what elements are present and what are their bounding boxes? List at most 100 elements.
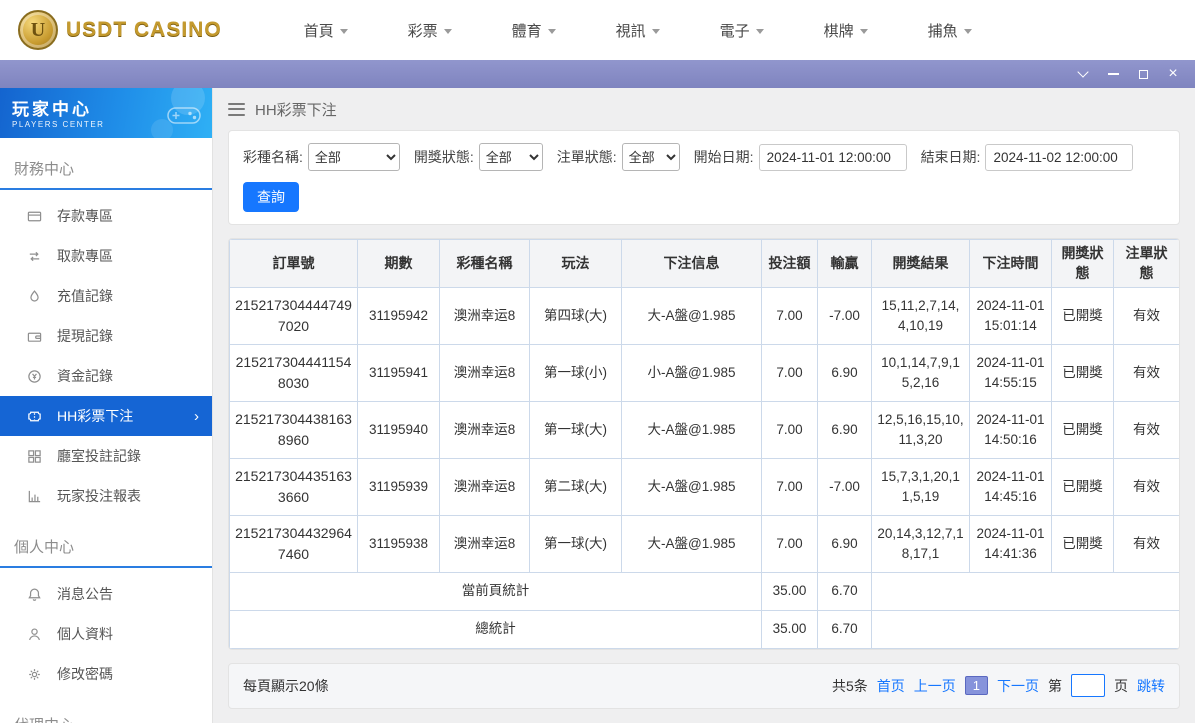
cell-order-status: 有效: [1113, 343, 1179, 402]
sidebar-item-player-bet-report[interactable]: 玩家投注報表: [0, 476, 212, 516]
ticket-icon: [28, 411, 41, 421]
sidebar-item-label: 取款專區: [57, 248, 113, 264]
cell-draw-status: 已開獎: [1051, 514, 1114, 573]
cell-bet-info: 大-A盤@1.985: [621, 514, 762, 573]
cell-amount: 7.00: [761, 343, 818, 402]
main-content: HH彩票下注 彩種名稱: 全部 開獎狀態: 全部 注單狀態: 全部 開始日期: …: [213, 88, 1195, 723]
usdt-coin-icon: U: [18, 10, 58, 50]
cell-time: 2024-11-01 14:50:16: [969, 400, 1052, 459]
cell-lottery: 澳洲幸运8: [439, 286, 530, 345]
chevron-down-icon: [755, 28, 764, 34]
page-jump-input[interactable]: [1071, 674, 1105, 698]
sidebar-item-hh-lottery-bets[interactable]: HH彩票下注 ›: [0, 396, 212, 436]
nav-item-sports[interactable]: 體育: [482, 20, 586, 41]
cell-bet-info: 大-A盤@1.985: [621, 400, 762, 459]
page-summary-label: 當前頁統計: [229, 571, 762, 611]
filter-order-status: 注單狀態: 全部: [557, 143, 680, 171]
lottery-name-select[interactable]: 全部: [307, 143, 400, 171]
hamburger-menu-icon[interactable]: [228, 102, 245, 116]
window-collapse-button[interactable]: [1071, 62, 1095, 86]
sidebar: 玩家中心 PLAYERS CENTER 財務中心 存款專區 取款專區 充值記錄 …: [0, 88, 213, 723]
nav-item-lottery[interactable]: 彩票: [378, 20, 482, 41]
cell-play: 第四球(大): [529, 286, 622, 345]
chevron-down-icon: [547, 28, 556, 34]
page-size-label: 每頁顯示20條: [243, 677, 329, 694]
cell-result: 12,5,16,15,10,11,3,20: [871, 400, 970, 459]
sidebar-item-label: HH彩票下注: [57, 408, 134, 424]
sidebar-item-label: 充值記錄: [57, 288, 113, 304]
chevron-down-icon: [859, 28, 868, 34]
sidebar-item-label: 資金記錄: [57, 368, 113, 384]
sidebar-item-profile[interactable]: 個人資料: [0, 614, 212, 654]
page-summary-row: 當前頁統計 35.00 6.70: [229, 571, 1179, 611]
sidebar-item-label: 提現記錄: [57, 328, 113, 344]
sidebar-item-hall-bet-records[interactable]: 廳室投註記錄: [0, 436, 212, 476]
prev-page-link[interactable]: 上一页: [914, 676, 956, 696]
sidebar-item-fund-records[interactable]: 資金記錄: [0, 356, 212, 396]
nav-item-fishing[interactable]: 捕魚: [898, 20, 1002, 41]
nav-item-slots[interactable]: 電子: [690, 20, 794, 41]
nav-label: 棋牌: [823, 22, 854, 40]
end-date-input[interactable]: [985, 143, 1134, 171]
cell-draw-status: 已開獎: [1051, 457, 1114, 516]
cell-time: 2024-11-01 14:41:36: [969, 514, 1052, 573]
filter-label: 開始日期:: [693, 149, 754, 165]
draw-status-select[interactable]: 全部: [478, 143, 543, 171]
cell-period: 31195940: [357, 400, 440, 459]
table-header-row: 訂單號 期數 彩種名稱 玩法 下注信息 投注額 輸贏 開獎結果 下注時間 開獎狀…: [229, 239, 1179, 288]
next-page-link[interactable]: 下一页: [997, 676, 1039, 696]
cell-win: -7.00: [817, 457, 872, 516]
sidebar-item-recharge-records[interactable]: 充值記錄: [0, 276, 212, 316]
total-summary-win: 6.70: [817, 609, 872, 649]
chevron-down-icon: [339, 28, 348, 34]
section-finance: 財務中心 存款專區 取款專區 充值記錄 提現記錄 資金記錄 HH彩票下注 › 廳…: [0, 150, 212, 516]
players-center-banner: 玩家中心 PLAYERS CENTER: [0, 88, 212, 138]
current-page-indicator[interactable]: 1: [964, 676, 988, 696]
cell-order-id: 2152173044447497020: [229, 286, 358, 345]
chevron-down-icon: [443, 28, 452, 34]
nav-item-cards[interactable]: 棋牌: [794, 20, 898, 41]
window-close-button[interactable]: ×: [1161, 62, 1185, 86]
search-button[interactable]: 查詢: [243, 182, 299, 212]
window-minimize-button[interactable]: [1101, 62, 1125, 86]
nav-label: 捕魚: [927, 22, 958, 40]
sidebar-item-label: 個人資料: [57, 626, 113, 642]
nav-label: 電子: [719, 22, 750, 40]
table-row: 2152173044447497020 31195942 澳洲幸运8 第四球(大…: [229, 286, 1179, 345]
col-win-loss: 輸贏: [817, 239, 872, 288]
window-maximize-button[interactable]: [1131, 62, 1155, 86]
nav-label: 視訊: [615, 22, 646, 40]
cell-win: 6.90: [817, 343, 872, 402]
col-period: 期數: [357, 239, 440, 288]
order-status-select[interactable]: 全部: [621, 143, 680, 171]
cell-lottery: 澳洲幸运8: [439, 343, 530, 402]
first-page-link[interactable]: 首页: [877, 676, 905, 696]
table-row: 2152173044329647460 31195938 澳洲幸运8 第一球(大…: [229, 514, 1179, 573]
page-summary-amount: 35.00: [761, 571, 818, 611]
minimize-icon: [1107, 73, 1119, 75]
cell-period: 31195938: [357, 514, 440, 573]
start-date-input[interactable]: [758, 143, 907, 171]
maximize-icon: [1138, 69, 1148, 79]
bell-icon: [28, 588, 41, 601]
sidebar-item-withdraw[interactable]: 取款專區: [0, 236, 212, 276]
breadcrumb: HH彩票下注: [228, 88, 1180, 130]
total-summary-row: 總統計 35.00 6.70: [229, 609, 1179, 649]
cell-order-id: 2152173044329647460: [229, 514, 358, 573]
nav-item-home[interactable]: 首頁: [274, 20, 378, 41]
table-row: 2152173044351633660 31195939 澳洲幸运8 第二球(大…: [229, 457, 1179, 516]
sidebar-item-deposit[interactable]: 存款專區: [0, 196, 212, 236]
table-row: 2152173044411548030 31195941 澳洲幸运8 第一球(小…: [229, 343, 1179, 402]
filter-label: 結束日期:: [920, 149, 981, 165]
sidebar-item-withdraw-records[interactable]: 提現記錄: [0, 316, 212, 356]
jump-button[interactable]: 跳转: [1137, 676, 1165, 696]
sidebar-item-announcements[interactable]: 消息公告: [0, 574, 212, 614]
filter-label: 彩種名稱:: [243, 149, 303, 165]
cell-order-status: 有效: [1113, 286, 1179, 345]
cell-order-id: 2152173044381638960: [229, 400, 358, 459]
coin-icon: [28, 369, 41, 383]
sidebar-item-change-password[interactable]: 修改密碼: [0, 654, 212, 694]
col-bet-info: 下注信息: [621, 239, 762, 288]
table-row: 2152173044381638960 31195940 澳洲幸运8 第一球(大…: [229, 400, 1179, 459]
nav-item-live[interactable]: 視訊: [586, 20, 690, 41]
